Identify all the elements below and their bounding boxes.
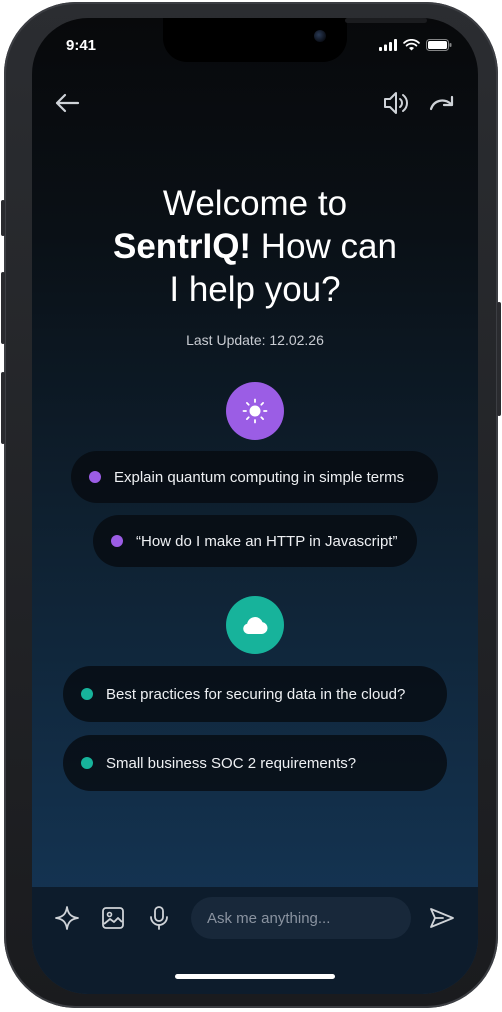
bullet-dot <box>81 688 93 700</box>
earpiece-speaker <box>345 18 427 23</box>
action-button <box>1 200 5 236</box>
microphone-icon[interactable] <box>144 903 174 933</box>
volume-up-button <box>1 272 5 344</box>
redo-icon[interactable] <box>427 88 457 118</box>
volume-down-button <box>1 372 5 444</box>
title-line-2-rest: How can <box>251 227 397 266</box>
suggestion-label: Small business SOC 2 requirements? <box>106 754 357 772</box>
welcome-title: Welcome to SentrIQ! How can I help you? <box>32 182 478 311</box>
suggestion-label: “How do I make an HTTP in Javascript” <box>136 532 398 550</box>
signal-icon <box>379 38 397 56</box>
sparkle-icon[interactable] <box>52 903 82 933</box>
back-arrow-icon[interactable] <box>52 88 82 118</box>
status-time: 9:41 <box>66 37 97 54</box>
speaker-icon[interactable] <box>381 88 411 118</box>
front-camera <box>314 30 326 42</box>
power-button <box>497 302 501 416</box>
status-icons <box>379 38 452 56</box>
send-icon[interactable] <box>427 903 457 933</box>
last-update-label: Last Update: 12.02.26 <box>186 332 324 348</box>
home-indicator[interactable] <box>175 974 335 979</box>
dynamic-island <box>163 18 427 62</box>
suggestion-quantum-computing[interactable]: Explain quantum computing in simple term… <box>71 451 438 503</box>
title-line-2: SentrIQ! How can <box>32 225 478 268</box>
title-line-1: Welcome to <box>162 184 348 223</box>
app-screen: 9:41 Welcome to SentrIQ! How can I help … <box>32 18 478 994</box>
title-line-3: I help you? <box>169 270 341 309</box>
suggestion-label: Explain quantum computing in simple term… <box>114 468 405 486</box>
cloud-icon <box>243 617 268 634</box>
bullet-dot <box>89 471 101 483</box>
brand-name: SentrIQ! <box>113 227 252 266</box>
sun-icon-badge <box>226 382 284 440</box>
sun-icon <box>242 398 268 424</box>
suggestion-label: Best practices for securing data in the … <box>106 685 406 703</box>
suggestion-cloud-security[interactable]: Best practices for securing data in the … <box>63 666 447 722</box>
phone-frame: 9:41 Welcome to SentrIQ! How can I help … <box>1 2 501 1008</box>
cloud-icon-badge <box>226 596 284 654</box>
ask-input[interactable] <box>191 897 411 939</box>
bullet-dot <box>81 757 93 769</box>
suggestion-soc2-requirements[interactable]: Small business SOC 2 requirements? <box>63 735 447 791</box>
image-icon[interactable] <box>98 903 128 933</box>
battery-icon <box>426 38 452 56</box>
suggestion-http-javascript[interactable]: “How do I make an HTTP in Javascript” <box>93 515 417 567</box>
wifi-icon <box>403 38 420 56</box>
bullet-dot <box>111 535 123 547</box>
